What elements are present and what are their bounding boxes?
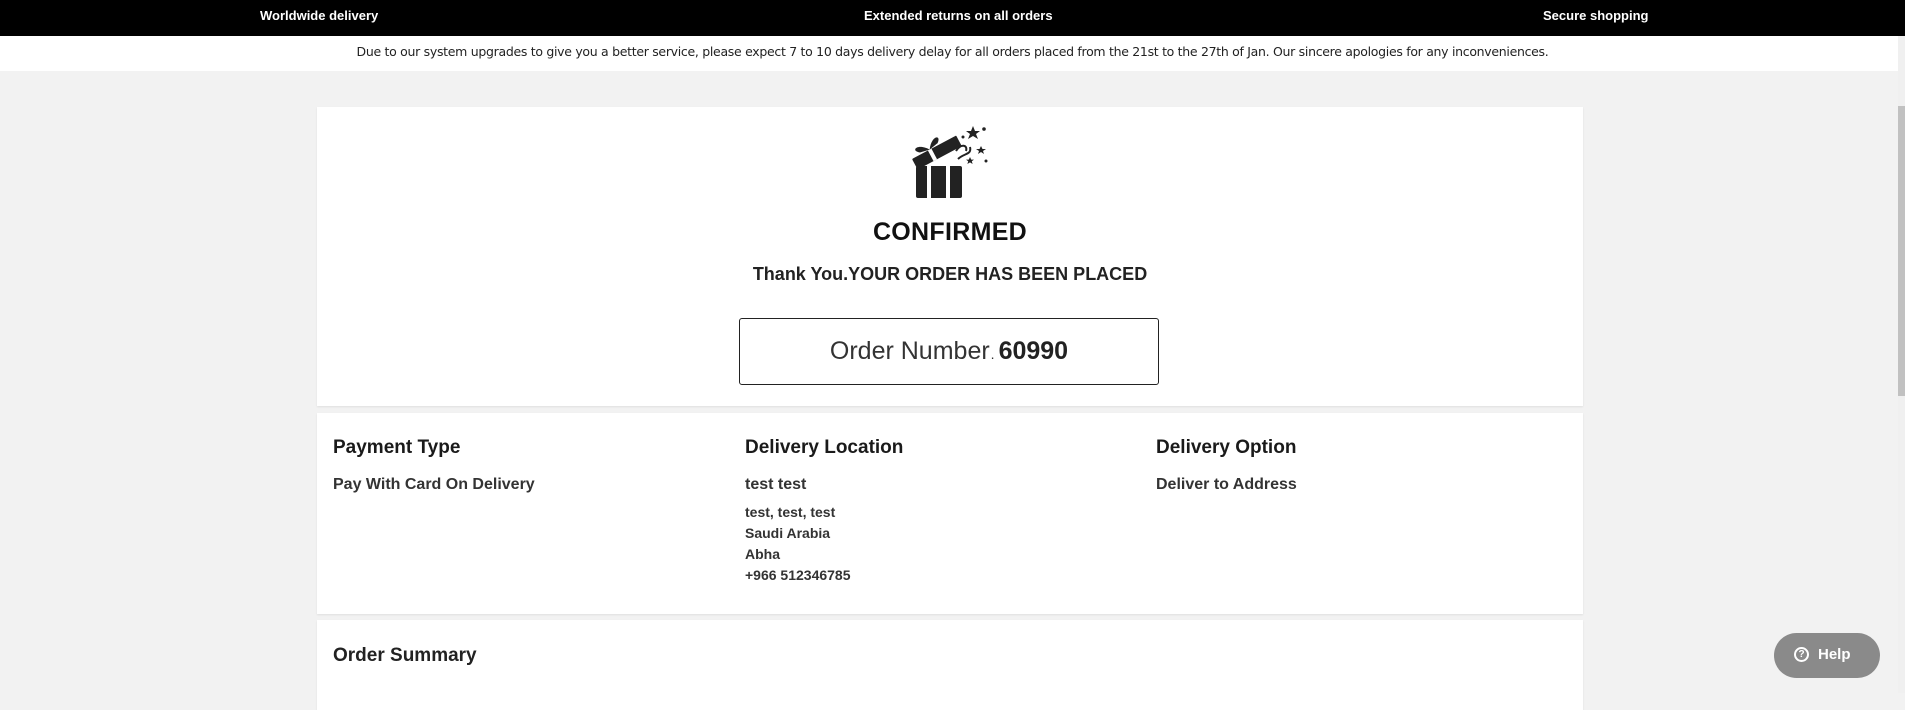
top-announcement-bar: Worldwide delivery Extended returns on a…: [0, 0, 1905, 36]
delivery-location-section: Delivery Location test test test, test, …: [745, 437, 903, 586]
order-number-label: Order Number: [829, 337, 990, 365]
address-phone: +966 512346785: [745, 567, 851, 583]
help-button-label: Help: [1818, 646, 1851, 663]
order-number-separator: .: [990, 346, 995, 362]
help-button[interactable]: ? Help: [1774, 633, 1880, 678]
confirmation-card: CONFIRMED Thank You.YOUR ORDER HAS BEEN …: [317, 107, 1583, 406]
question-circle-icon: ?: [1794, 647, 1809, 662]
delivery-address: test, test, test Saudi Arabia Abha +966 …: [745, 502, 903, 586]
delivery-delay-notice: Due to our system upgrades to give you a…: [0, 36, 1905, 71]
order-summary-card: Order Summary: [317, 620, 1583, 710]
confirmed-heading: CONFIRMED: [872, 218, 1028, 246]
address-country: Saudi Arabia: [745, 525, 831, 541]
payment-type-value: Pay With Card On Delivery: [333, 476, 535, 493]
scrollbar-thumb[interactable]: [1898, 106, 1905, 396]
page-scrollbar[interactable]: [1898, 36, 1905, 693]
address-city: Abha: [745, 546, 780, 562]
delivery-location-heading: Delivery Location: [745, 437, 904, 458]
gift-box-icon: [912, 126, 988, 198]
recipient-name: test test: [745, 476, 807, 493]
order-number-box: Order Number. 60990: [739, 318, 1159, 385]
delivery-option-heading: Delivery Option: [1156, 437, 1297, 458]
payment-type-section: Payment Type Pay With Card On Delivery: [333, 437, 535, 494]
order-details-card: Payment Type Pay With Card On Delivery D…: [317, 413, 1583, 614]
order-summary-heading: Order Summary: [333, 645, 477, 666]
worldwide-delivery-text: Worldwide delivery: [260, 8, 379, 23]
delivery-option-section: Delivery Option Deliver to Address: [1156, 437, 1297, 494]
secure-shopping-text: Secure shopping: [1543, 8, 1649, 23]
payment-type-heading: Payment Type: [333, 437, 461, 458]
thank-you-message: Thank You.YOUR ORDER HAS BEEN PLACED: [752, 264, 1148, 284]
address-street: test, test, test: [745, 504, 836, 520]
order-number-value: 60990: [998, 337, 1069, 365]
delivery-option-value: Deliver to Address: [1156, 476, 1297, 493]
extended-returns-text: Extended returns on all orders: [864, 8, 1053, 23]
